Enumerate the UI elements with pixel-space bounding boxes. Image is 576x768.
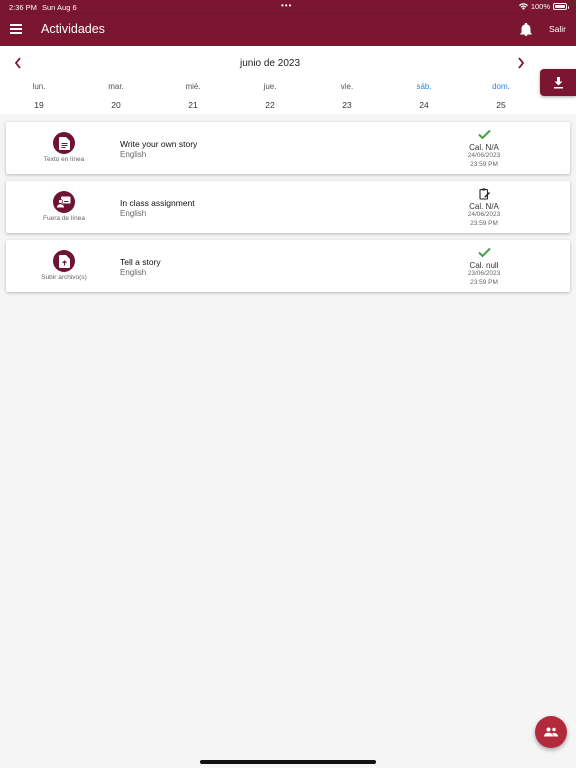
day-column[interactable]: sáb. 24 [404, 82, 444, 110]
activity-type-label: Subir archivo(s) [41, 274, 87, 281]
activity-name: Write your own story [120, 139, 198, 149]
grade-text: Cal. null [469, 261, 499, 270]
day-number: 19 [34, 100, 44, 110]
status-bar: 2:36 PM Sun Aug 6 ••• 100% [0, 0, 576, 14]
week-calendar: junio de 2023 lun. 19 mar. 20 mié. 21 ju… [0, 46, 576, 114]
day-column[interactable]: lun. 19 [19, 82, 59, 110]
day-number: 22 [265, 100, 275, 110]
activity-name: Tell a story [120, 257, 161, 267]
day-number: 24 [419, 100, 429, 110]
multitasking-dots[interactable]: ••• [281, 1, 292, 10]
download-button[interactable] [540, 69, 576, 96]
clipboard-edit-icon [478, 188, 490, 200]
due-time: 23:59 PM [470, 219, 498, 227]
day-name: mar. [108, 82, 124, 91]
check-icon [477, 129, 491, 140]
document-icon [53, 132, 75, 154]
check-icon [477, 247, 491, 258]
grade-text: Cal. N/A [469, 202, 499, 211]
activity-card[interactable]: Texto en línea Write your own story Engl… [6, 122, 570, 174]
day-column[interactable]: mar. 20 [96, 82, 136, 110]
status-date: Sun Aug 6 [42, 3, 77, 12]
day-name: jue. [263, 82, 277, 91]
due-time: 23:59 PM [470, 160, 498, 168]
activity-name: In class assignment [120, 198, 195, 208]
day-column[interactable]: jue. 22 [250, 82, 290, 110]
due-date: 24/06/2023 [467, 211, 501, 218]
day-name: mié. [185, 82, 201, 91]
day-name: sáb. [416, 82, 432, 91]
day-number: 25 [496, 100, 506, 110]
activity-type-label: Fuera de línea [43, 215, 85, 222]
day-column[interactable]: mié. 21 [173, 82, 213, 110]
app-bar: Actividades Salir [0, 14, 576, 46]
activity-course: English [120, 209, 147, 218]
offline-user-icon [53, 191, 75, 213]
due-date: 23/06/2023 [467, 270, 501, 277]
battery-percent: 100% [530, 2, 550, 11]
month-label: junio de 2023 [239, 58, 301, 69]
wifi-icon [518, 3, 528, 10]
day-name: dom. [492, 82, 510, 91]
day-number: 23 [342, 100, 352, 110]
activity-course: English [120, 268, 147, 277]
file-upload-icon [53, 250, 75, 272]
day-column[interactable]: dom. 25 [481, 82, 521, 110]
activity-card[interactable]: Subir archivo(s) Tell a story English Ca… [6, 240, 570, 292]
group-icon [544, 727, 558, 737]
page-title: Actividades [41, 22, 105, 36]
grade-text: Cal. N/A [469, 143, 499, 152]
day-name: vie. [340, 82, 354, 91]
download-icon [553, 76, 563, 88]
activity-type-label: Texto en línea [43, 156, 85, 163]
due-date: 24/06/2023 [467, 152, 501, 159]
day-number: 21 [188, 100, 198, 110]
activity-card[interactable]: Fuera de línea In class assignment Engli… [6, 181, 570, 233]
day-column[interactable]: vie. 23 [327, 82, 367, 110]
home-indicator[interactable] [200, 760, 376, 764]
bell-icon[interactable] [520, 23, 532, 36]
battery-icon [553, 3, 569, 10]
day-name: lun. [32, 82, 46, 91]
activity-course: English [120, 150, 147, 159]
activity-status: Cal. N/A 24/06/2023 23:59 PM [451, 129, 517, 169]
activity-status: Cal. N/A 24/06/2023 23:59 PM [451, 188, 517, 228]
menu-icon[interactable] [10, 24, 22, 34]
due-time: 23:59 PM [470, 278, 498, 286]
logout-button[interactable]: Salir [549, 24, 566, 34]
next-month-icon[interactable] [516, 56, 526, 70]
status-time: 2:36 PM [9, 3, 37, 12]
day-number: 20 [111, 100, 121, 110]
activity-status: Cal. null 23/06/2023 23:59 PM [451, 247, 517, 287]
groups-fab-button[interactable] [535, 716, 567, 748]
